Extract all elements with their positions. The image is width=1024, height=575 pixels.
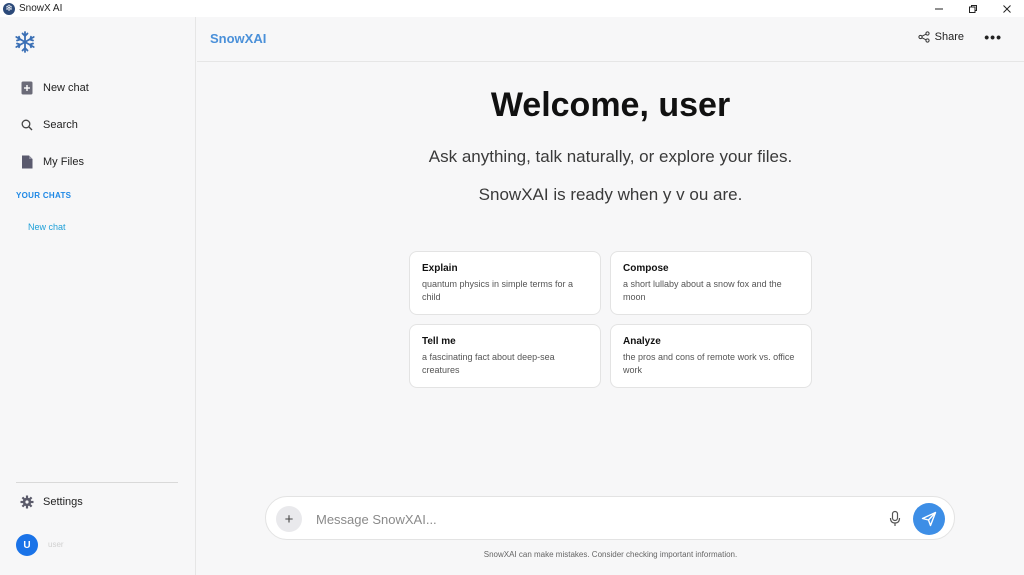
add-attachment-button[interactable]: + bbox=[276, 506, 302, 532]
top-header: SnowXAI Share ••• bbox=[197, 17, 1024, 62]
sidebar-item-label: My Files bbox=[43, 156, 84, 168]
app-snowflake-icon: ❄ bbox=[3, 2, 15, 15]
card-title: Explain bbox=[422, 263, 458, 274]
card-description: quantum physics in simple terms for a ch… bbox=[422, 279, 574, 302]
ready-message: SnowXAI is ready when y v ou are. bbox=[478, 185, 743, 204]
gear-icon bbox=[20, 495, 34, 509]
disclaimer-text: SnowXAI can make mistakes. Consider chec… bbox=[483, 550, 738, 559]
title-bar: ❄ SnowX AI bbox=[0, 0, 1024, 17]
share-icon bbox=[918, 31, 930, 43]
suggestion-card-explain[interactable]: Explain quantum physics in simple terms … bbox=[409, 251, 601, 315]
window-controls bbox=[922, 0, 1024, 17]
close-icon[interactable] bbox=[990, 0, 1024, 17]
snowflake-logo-icon[interactable] bbox=[13, 30, 37, 54]
message-composer: + bbox=[265, 496, 955, 540]
new-chat-icon bbox=[20, 81, 34, 95]
suggestion-card-analyze[interactable]: Analyze the pros and cons of remote work… bbox=[610, 324, 812, 388]
card-title: Analyze bbox=[623, 336, 661, 347]
file-icon bbox=[20, 155, 34, 169]
brand-title: SnowXAI bbox=[210, 31, 267, 46]
sidebar-item-label: New chat bbox=[43, 82, 89, 94]
sidebar-divider bbox=[16, 482, 178, 483]
card-title: Tell me bbox=[422, 336, 456, 347]
message-input[interactable] bbox=[316, 507, 876, 531]
settings-button[interactable]: Settings bbox=[20, 495, 83, 509]
suggestion-card-compose[interactable]: Compose a short lullaby about a snow fox… bbox=[610, 251, 812, 315]
share-button[interactable]: Share bbox=[918, 31, 964, 43]
your-chats-heading: YOUR CHATS bbox=[16, 191, 72, 200]
sidebar-item-label: Search bbox=[43, 119, 78, 131]
avatar[interactable]: U bbox=[16, 534, 38, 556]
sidebar: New chat Search My Files YOUR CHATS New … bbox=[0, 17, 196, 575]
card-description: a fascinating fact about deep-sea creatu… bbox=[422, 352, 555, 375]
restore-icon[interactable] bbox=[956, 0, 990, 17]
sidebar-item-new-chat[interactable]: New chat bbox=[20, 79, 89, 97]
card-title: Compose bbox=[623, 263, 669, 274]
search-icon bbox=[20, 118, 34, 132]
card-description: a short lullaby about a snow fox and the… bbox=[623, 279, 782, 302]
sidebar-item-my-files[interactable]: My Files bbox=[20, 153, 84, 171]
more-options-icon[interactable]: ••• bbox=[984, 29, 1002, 45]
chat-history-item[interactable]: New chat bbox=[28, 222, 66, 232]
microphone-icon[interactable] bbox=[888, 510, 902, 528]
minimize-icon[interactable] bbox=[922, 0, 956, 17]
share-label: Share bbox=[934, 31, 964, 43]
welcome-heading: Welcome, user bbox=[490, 86, 731, 124]
send-icon bbox=[921, 511, 937, 527]
settings-label: Settings bbox=[43, 496, 83, 508]
sidebar-item-search[interactable]: Search bbox=[20, 116, 78, 134]
card-description: the pros and cons of remote work vs. off… bbox=[623, 352, 795, 375]
window-title: SnowX AI bbox=[19, 3, 63, 14]
welcome-subtitle: Ask anything, talk naturally, or explore… bbox=[428, 147, 793, 166]
user-name: user bbox=[48, 540, 64, 549]
suggestion-card-tell-me[interactable]: Tell me a fascinating fact about deep-se… bbox=[409, 324, 601, 388]
send-button[interactable] bbox=[913, 503, 945, 535]
